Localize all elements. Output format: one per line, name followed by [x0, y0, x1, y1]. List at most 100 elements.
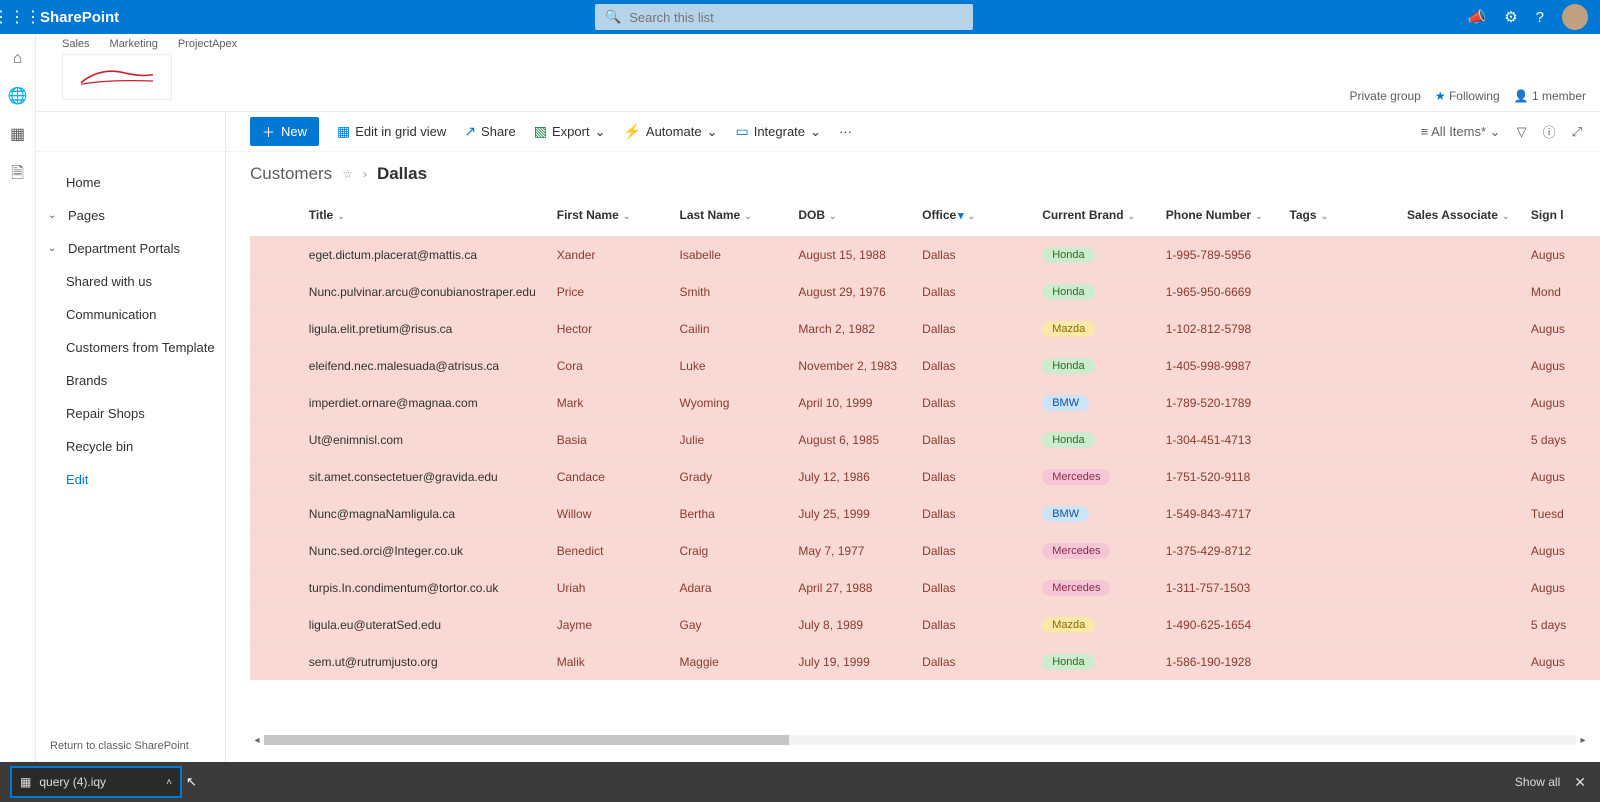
col-brand[interactable]: Current Brand⌄	[1032, 198, 1156, 237]
table-row[interactable]: sit.amet.consectetuer@gravida.eduCandace…	[250, 459, 1600, 496]
row-select[interactable]	[250, 533, 299, 570]
following-button[interactable]: ★ Following	[1435, 89, 1500, 103]
row-select[interactable]	[250, 348, 299, 385]
cell-title[interactable]: Ut@enimnisl.com	[299, 422, 547, 459]
site-logo[interactable]	[62, 54, 172, 100]
row-select[interactable]	[250, 607, 299, 644]
table-row[interactable]: imperdiet.ornare@magnaa.comMarkWyomingAp…	[250, 385, 1600, 422]
crumb-sales[interactable]: Sales	[62, 38, 90, 50]
sidenav-dept[interactable]: ⌄Department Portals	[36, 232, 225, 265]
scroll-thumb[interactable]	[264, 735, 789, 745]
export-button[interactable]: ▧Export ⌄	[534, 123, 606, 140]
col-phone[interactable]: Phone Number⌄	[1156, 198, 1280, 237]
col-sign[interactable]: Sign l	[1521, 198, 1600, 237]
close-icon[interactable]: ✕	[1574, 774, 1586, 791]
crumb-projectapex[interactable]: ProjectApex	[178, 38, 237, 50]
home-icon[interactable]: ⌂	[13, 50, 23, 68]
filter-icon[interactable]: ▽	[1517, 124, 1527, 140]
gear-icon[interactable]: ⚙	[1504, 8, 1517, 26]
help-icon[interactable]: ?	[1536, 9, 1544, 26]
row-select[interactable]	[250, 644, 299, 681]
cell-title[interactable]: turpis.In.condimentum@tortor.co.uk	[299, 570, 547, 607]
table-scroll[interactable]: Title⌄ First Name⌄ Last Name⌄ DOB⌄ Offic…	[250, 198, 1600, 746]
horizontal-scrollbar[interactable]: ◂ ▸	[250, 734, 1590, 746]
col-assoc[interactable]: Sales Associate⌄	[1397, 198, 1521, 237]
row-select[interactable]	[250, 496, 299, 533]
files-icon[interactable]: 🗎	[11, 162, 24, 189]
table-row[interactable]: eget.dictum.placerat@mattis.caXanderIsab…	[250, 237, 1600, 274]
table-row[interactable]: ligula.elit.pretium@risus.caHectorCailin…	[250, 311, 1600, 348]
col-office-label: Office	[922, 208, 956, 222]
cell-title[interactable]: Nunc.pulvinar.arcu@conubianostraper.edu	[299, 274, 547, 311]
show-all-button[interactable]: Show all	[1515, 775, 1560, 789]
share-button[interactable]: ↗Share	[464, 123, 515, 140]
news-icon[interactable]: ▦	[10, 124, 25, 144]
search-input[interactable]	[629, 10, 963, 25]
col-dob[interactable]: DOB⌄	[788, 198, 912, 237]
sidenav-communication[interactable]: Communication	[36, 298, 225, 331]
col-first[interactable]: First Name⌄	[547, 198, 670, 237]
sidenav-repair-shops[interactable]: Repair Shops	[36, 397, 225, 430]
col-tags[interactable]: Tags⌄	[1279, 198, 1397, 237]
table-row[interactable]: Nunc.sed.orci@Integer.co.ukBenedictCraig…	[250, 533, 1600, 570]
download-item[interactable]: ▦ query (4).iqy ˄	[10, 766, 182, 798]
table-row[interactable]: Nunc.pulvinar.arcu@conubianostraper.eduP…	[250, 274, 1600, 311]
integrate-button[interactable]: ▭Integrate ⌄	[735, 123, 820, 140]
sidenav-customers-template[interactable]: Customers from Template	[36, 331, 225, 364]
chevron-up-icon[interactable]: ˄	[166, 777, 172, 788]
expand-icon[interactable]: ⤢	[1572, 124, 1582, 140]
row-select[interactable]	[250, 385, 299, 422]
sidenav-pages[interactable]: ⌄Pages	[36, 199, 225, 232]
cell-title[interactable]: imperdiet.ornare@magnaa.com	[299, 385, 547, 422]
members-button[interactable]: 👤 1 member	[1514, 89, 1586, 103]
info-icon[interactable]: ⓘ	[1543, 122, 1556, 141]
col-office[interactable]: Office▾⌄	[912, 198, 1032, 237]
view-switcher[interactable]: ≡ All Items* ⌄	[1421, 124, 1501, 140]
sidenav-brands[interactable]: Brands	[36, 364, 225, 397]
scroll-right-icon[interactable]: ▸	[1576, 735, 1590, 746]
megaphone-icon[interactable]: 📣	[1468, 8, 1487, 26]
col-title[interactable]: Title⌄	[299, 198, 547, 237]
row-select[interactable]	[250, 422, 299, 459]
sidenav-home[interactable]: Home	[36, 166, 225, 199]
table-row[interactable]: Ut@enimnisl.comBasiaJulieAugust 6, 1985D…	[250, 422, 1600, 459]
globe-icon[interactable]: 🌐	[8, 86, 28, 106]
table-row[interactable]: sem.ut@rutrumjusto.orgMalikMaggieJuly 19…	[250, 644, 1600, 681]
sidenav-recycle-bin[interactable]: Recycle bin	[36, 430, 225, 463]
sidenav-edit[interactable]: Edit	[36, 463, 225, 496]
cell-title[interactable]: eleifend.nec.malesuada@atrisus.ca	[299, 348, 547, 385]
cell-title[interactable]: sem.ut@rutrumjusto.org	[299, 644, 547, 681]
return-classic-link[interactable]: Return to classic SharePoint	[50, 740, 189, 752]
row-select[interactable]	[250, 274, 299, 311]
select-column[interactable]	[250, 198, 299, 237]
scroll-left-icon[interactable]: ◂	[250, 735, 264, 746]
row-select[interactable]	[250, 459, 299, 496]
cell-title[interactable]: ligula.eu@uteratSed.edu	[299, 607, 547, 644]
cell-sign: Augus	[1521, 570, 1600, 607]
automate-button[interactable]: ⚡Automate ⌄	[623, 123, 717, 140]
crumb-marketing[interactable]: Marketing	[110, 38, 158, 50]
table-row[interactable]: Nunc@magnaNamligula.caWillowBerthaJuly 2…	[250, 496, 1600, 533]
avatar[interactable]	[1562, 4, 1588, 30]
star-outline-icon[interactable]: ☆	[342, 167, 353, 181]
cell-title[interactable]: eget.dictum.placerat@mattis.ca	[299, 237, 547, 274]
new-button[interactable]: ＋New	[250, 117, 319, 146]
scroll-track[interactable]	[264, 735, 1576, 745]
col-last[interactable]: Last Name⌄	[670, 198, 789, 237]
cell-title[interactable]: Nunc@magnaNamligula.ca	[299, 496, 547, 533]
table-row[interactable]: eleifend.nec.malesuada@atrisus.caCoraLuk…	[250, 348, 1600, 385]
search-box[interactable]: 🔍	[595, 4, 973, 30]
app-launcher-icon[interactable]: ⋮⋮⋮	[0, 0, 34, 34]
table-row[interactable]: turpis.In.condimentum@tortor.co.ukUriahA…	[250, 570, 1600, 607]
sidenav-shared[interactable]: Shared with us	[36, 265, 225, 298]
cell-title[interactable]: ligula.elit.pretium@risus.ca	[299, 311, 547, 348]
table-row[interactable]: ligula.eu@uteratSed.eduJaymeGayJuly 8, 1…	[250, 607, 1600, 644]
cell-title[interactable]: sit.amet.consectetuer@gravida.edu	[299, 459, 547, 496]
edit-grid-button[interactable]: ▦Edit in grid view	[337, 123, 446, 140]
row-select[interactable]	[250, 237, 299, 274]
cell-title[interactable]: Nunc.sed.orci@Integer.co.uk	[299, 533, 547, 570]
more-button[interactable]: ···	[839, 124, 852, 139]
list-parent[interactable]: Customers	[250, 164, 332, 184]
row-select[interactable]	[250, 570, 299, 607]
row-select[interactable]	[250, 311, 299, 348]
